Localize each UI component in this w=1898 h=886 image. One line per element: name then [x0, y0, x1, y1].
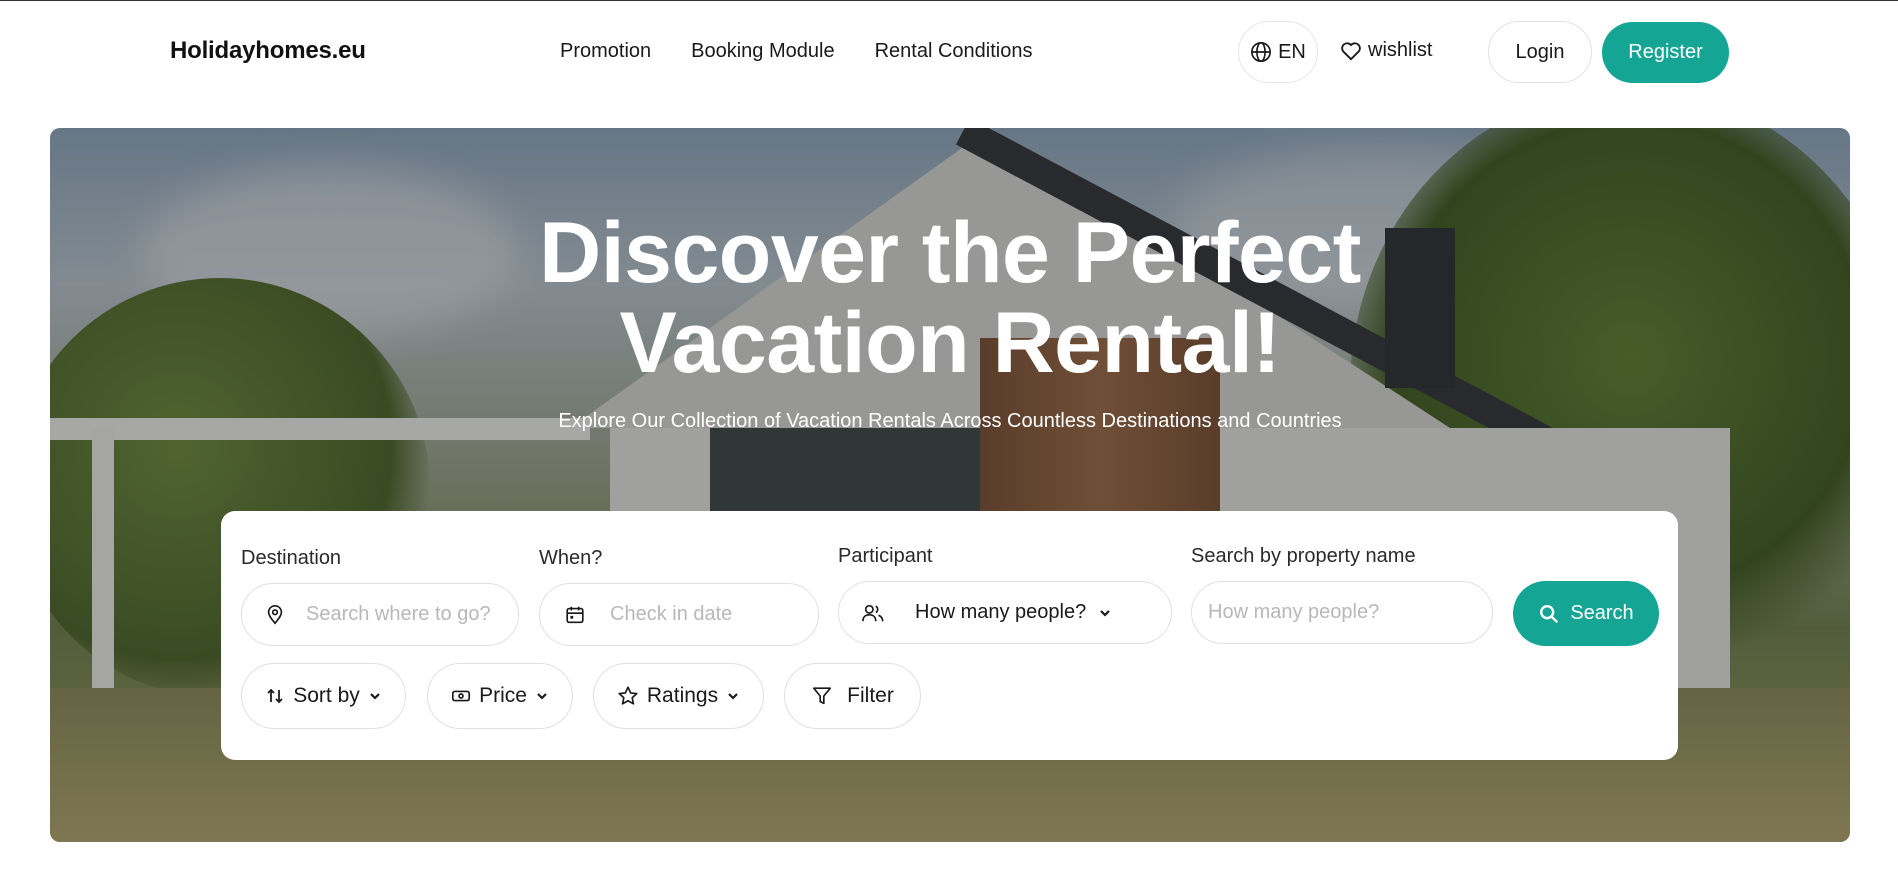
search-panel: Destination Search where to go? When? Ch…	[221, 511, 1678, 760]
wishlist-label: wishlist	[1368, 39, 1433, 61]
language-label: EN	[1278, 40, 1306, 63]
property-name-label: Search by property name	[1191, 545, 1416, 567]
star-icon	[617, 685, 639, 707]
wishlist-link[interactable]: wishlist	[1340, 39, 1432, 62]
participant-dropdown[interactable]: How many people?	[838, 581, 1172, 644]
price-label: Price	[479, 684, 527, 707]
ratings-dropdown[interactable]: Ratings	[593, 663, 764, 729]
sort-by-dropdown[interactable]: Sort by	[241, 663, 406, 729]
nav-rental-conditions[interactable]: Rental Conditions	[875, 40, 1033, 63]
chevron-down-icon	[1098, 606, 1112, 620]
site-logo[interactable]: Holidayhomes.eu	[170, 37, 366, 65]
register-button[interactable]: Register	[1602, 22, 1729, 83]
heart-icon	[1340, 41, 1362, 61]
search-button[interactable]: Search	[1513, 581, 1659, 646]
nav-promotion[interactable]: Promotion	[560, 40, 651, 63]
participant-label: Participant	[838, 545, 933, 567]
hero-title: Discover the Perfect Vacation Rental!	[50, 208, 1850, 388]
main-nav: Promotion Booking Module Rental Conditio…	[560, 40, 1032, 63]
sort-by-label: Sort by	[293, 684, 360, 707]
price-dropdown[interactable]: Price	[427, 663, 573, 729]
chevron-down-icon	[535, 689, 549, 703]
destination-placeholder: Search where to go?	[306, 603, 491, 625]
destination-field[interactable]: Search where to go?	[241, 583, 519, 646]
when-label: When?	[539, 547, 603, 569]
filter-label: Filter	[847, 684, 894, 707]
globe-icon	[1250, 41, 1272, 63]
sort-arrows-icon	[265, 686, 285, 706]
language-selector[interactable]: EN	[1238, 21, 1318, 83]
ratings-label: Ratings	[646, 684, 719, 707]
site-header: Holidayhomes.eu Promotion Booking Module…	[0, 1, 1898, 103]
nav-booking-module[interactable]: Booking Module	[691, 40, 834, 63]
login-button[interactable]: Login	[1488, 21, 1592, 83]
banknote-icon	[451, 688, 471, 704]
chevron-down-icon	[368, 689, 382, 703]
users-icon	[861, 602, 885, 624]
participant-value: How many people?	[915, 601, 1087, 623]
hero-subtitle: Explore Our Collection of Vacation Renta…	[558, 410, 1342, 432]
property-name-input[interactable]: How many people?	[1191, 581, 1493, 644]
check-in-date-field[interactable]: Check in date	[539, 583, 819, 646]
chevron-down-icon	[726, 689, 740, 703]
hero-title-line: Discover the Perfect	[539, 205, 1361, 301]
calendar-icon	[564, 604, 586, 626]
check-in-placeholder: Check in date	[610, 603, 733, 625]
property-name-placeholder: How many people?	[1208, 601, 1380, 623]
destination-label: Destination	[241, 547, 342, 569]
search-button-label: Search	[1570, 602, 1634, 624]
filter-button[interactable]: Filter	[784, 663, 921, 729]
funnel-icon	[811, 685, 833, 707]
search-icon	[1538, 603, 1560, 625]
map-pin-icon	[264, 604, 286, 626]
hero-title-line: Vacation Rental!	[619, 295, 1281, 391]
